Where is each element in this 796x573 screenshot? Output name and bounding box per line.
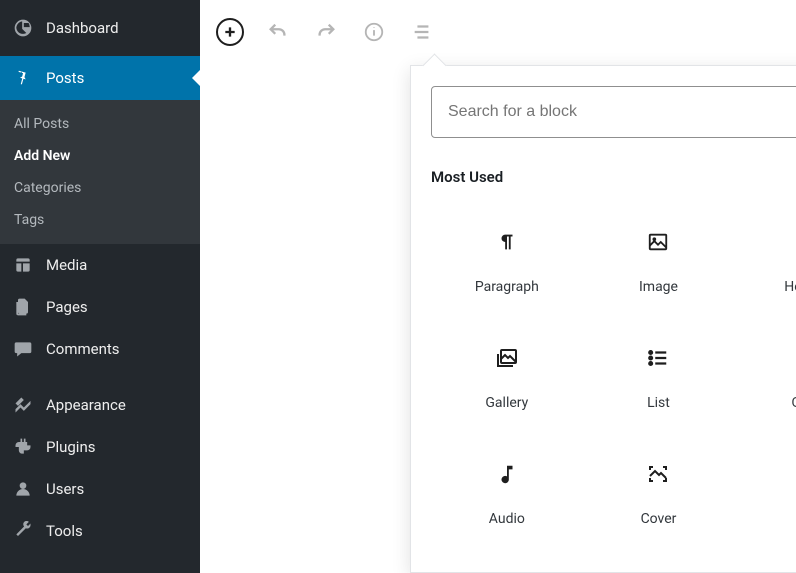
section-title: Most Used bbox=[431, 168, 503, 186]
sidebar-item-posts[interactable]: Posts bbox=[0, 56, 200, 100]
pages-icon bbox=[12, 296, 34, 318]
media-icon bbox=[12, 254, 34, 276]
admin-sidebar: Dashboard Posts All Posts Add New Catego… bbox=[0, 0, 200, 573]
block-grid: Paragraph Image Heading Gallery bbox=[431, 204, 796, 552]
block-image[interactable]: Image bbox=[583, 204, 735, 320]
block-label: List bbox=[647, 395, 670, 411]
block-inserter-panel: Most Used Paragraph Image bbox=[410, 65, 796, 573]
block-heading[interactable]: Heading bbox=[734, 204, 796, 320]
submenu-add-new[interactable]: Add New bbox=[0, 140, 200, 172]
submenu-all-posts[interactable]: All Posts bbox=[0, 108, 200, 140]
pin-icon bbox=[12, 67, 34, 89]
sidebar-item-users[interactable]: Users bbox=[0, 468, 200, 510]
sidebar-item-appearance[interactable]: Appearance bbox=[0, 384, 200, 426]
plugins-icon bbox=[12, 436, 34, 458]
block-paragraph[interactable]: Paragraph bbox=[431, 204, 583, 320]
sidebar-item-tools[interactable]: Tools bbox=[0, 510, 200, 552]
outline-button[interactable] bbox=[408, 18, 436, 46]
redo-button[interactable] bbox=[312, 18, 340, 46]
image-icon bbox=[645, 229, 671, 255]
block-file[interactable]: File bbox=[734, 436, 796, 552]
sidebar-item-dashboard[interactable]: Dashboard bbox=[0, 0, 200, 56]
block-label: Audio bbox=[489, 511, 525, 527]
sidebar-label: Dashboard bbox=[46, 19, 119, 37]
sidebar-item-plugins[interactable]: Plugins bbox=[0, 426, 200, 468]
posts-submenu: All Posts Add New Categories Tags bbox=[0, 100, 200, 244]
sidebar-label: Media bbox=[46, 256, 87, 274]
undo-button[interactable] bbox=[264, 18, 292, 46]
sidebar-label: Posts bbox=[46, 69, 84, 87]
sidebar-label: Pages bbox=[46, 298, 88, 316]
tools-icon bbox=[12, 520, 34, 542]
sidebar-label: Comments bbox=[46, 340, 120, 358]
block-search-input[interactable] bbox=[431, 86, 796, 138]
block-audio[interactable]: Audio bbox=[431, 436, 583, 552]
block-label: Cover bbox=[641, 511, 677, 527]
audio-icon bbox=[494, 461, 520, 487]
list-icon bbox=[645, 345, 671, 371]
comments-icon bbox=[12, 338, 34, 360]
submenu-tags[interactable]: Tags bbox=[0, 204, 200, 236]
section-header-most-used[interactable]: Most Used bbox=[431, 168, 796, 194]
block-gallery[interactable]: Gallery bbox=[431, 320, 583, 436]
block-quote[interactable]: Quote bbox=[734, 320, 796, 436]
editor-area: a block Most Used Paragraph Image bbox=[200, 0, 796, 573]
submenu-categories[interactable]: Categories bbox=[0, 172, 200, 204]
sidebar-label: Users bbox=[46, 480, 84, 498]
block-label: Gallery bbox=[485, 395, 528, 411]
paragraph-icon bbox=[494, 229, 520, 255]
sidebar-label: Appearance bbox=[46, 396, 126, 414]
sidebar-item-pages[interactable]: Pages bbox=[0, 286, 200, 328]
users-icon bbox=[12, 478, 34, 500]
sidebar-item-media[interactable]: Media bbox=[0, 244, 200, 286]
info-button[interactable] bbox=[360, 18, 388, 46]
editor-toolbar bbox=[200, 0, 796, 64]
appearance-icon bbox=[12, 394, 34, 416]
sidebar-label: Tools bbox=[46, 522, 83, 540]
block-cover[interactable]: Cover bbox=[583, 436, 735, 552]
block-label: Paragraph bbox=[475, 279, 539, 295]
gallery-icon bbox=[494, 345, 520, 371]
block-label: Image bbox=[639, 279, 678, 295]
block-label: Quote bbox=[791, 395, 796, 411]
cover-icon bbox=[645, 461, 671, 487]
dashboard-icon bbox=[12, 17, 34, 39]
block-list[interactable]: List bbox=[583, 320, 735, 436]
add-block-button[interactable] bbox=[216, 18, 244, 46]
sidebar-label: Plugins bbox=[46, 438, 95, 456]
sidebar-item-comments[interactable]: Comments bbox=[0, 328, 200, 370]
block-label: Heading bbox=[784, 279, 796, 295]
